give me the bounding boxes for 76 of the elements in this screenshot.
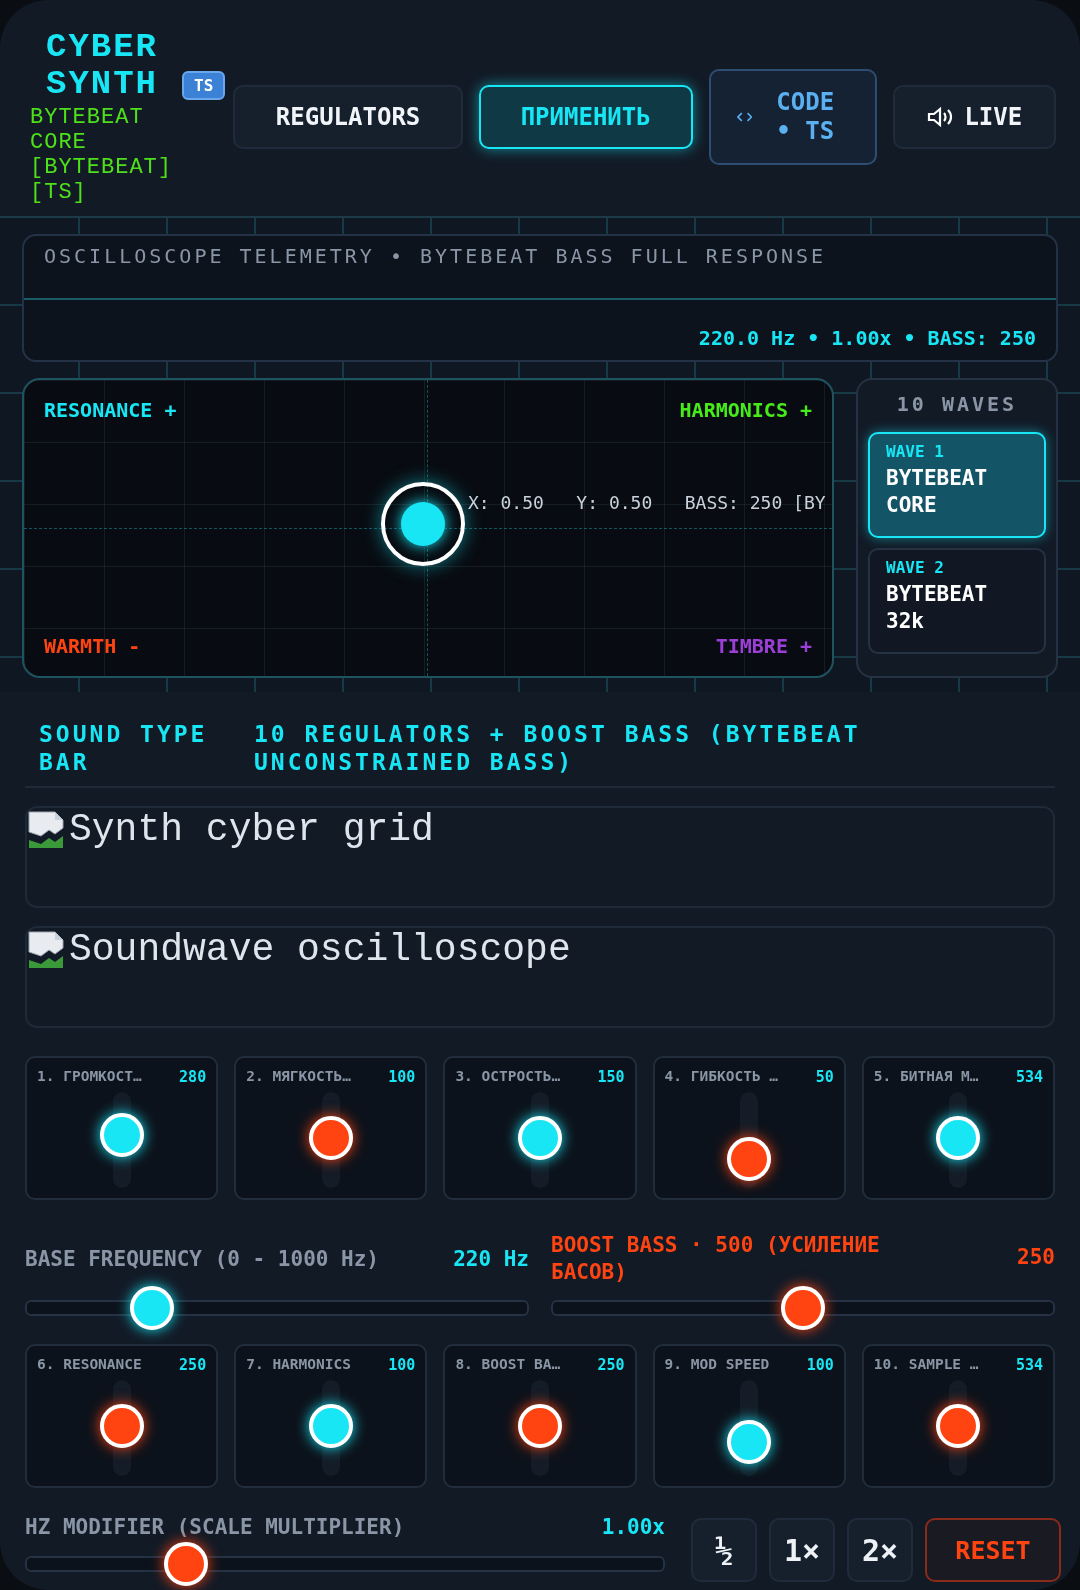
knob-label: 3. ОСТРОСТЬ… — [455, 1068, 561, 1086]
app-subtitle: [BYTEBEAT] — [30, 155, 174, 180]
knob-label: 6. RESONANCE — [37, 1356, 142, 1374]
app-subtitle: CORE — [30, 130, 88, 155]
knob-thumb[interactable] — [727, 1137, 772, 1182]
knob-thumb[interactable] — [308, 1404, 353, 1449]
pad-corner-label: HARMONICS + — [679, 398, 812, 422]
slider-value: 220 Hz — [453, 1245, 529, 1273]
knob-label: 4. ГИБКОСТЬ … — [664, 1068, 779, 1086]
multiplier-button[interactable]: 2× — [847, 1518, 913, 1582]
knob-value: 280 — [179, 1068, 207, 1086]
knob-label: 9. MOD SPEED — [664, 1356, 770, 1374]
waves-title: 10 WAVES — [895, 391, 1019, 418]
knob-thumb[interactable] — [518, 1116, 562, 1161]
header-button[interactable]: REGULATORS — [233, 85, 463, 149]
multiplier-button[interactable]: 1× — [769, 1518, 835, 1582]
app-subtitle: BYTEBEAT — [30, 105, 145, 130]
knob-label: 5. БИТНАЯ М… — [873, 1068, 979, 1086]
sound-type-label: SOUND TYPE BAR — [39, 720, 209, 776]
code-icon — [736, 111, 752, 123]
header-button[interactable]: ПРИМЕНИТЬ — [478, 85, 693, 149]
knob-thumb[interactable] — [936, 1116, 981, 1161]
pad-readout: X: 0.50 Y: 0.50 BASS: 250 [BY — [468, 492, 826, 513]
slider-thumb[interactable] — [781, 1286, 825, 1330]
knob-label: 8. BOOST BA… — [455, 1356, 561, 1374]
knob-thumb[interactable] — [936, 1404, 981, 1449]
knob-thumb[interactable] — [99, 1404, 144, 1449]
knob-value: 50 — [815, 1068, 834, 1086]
xy-puck[interactable] — [381, 482, 465, 566]
slider-thumb[interactable] — [130, 1286, 174, 1330]
knob-value: 100 — [388, 1356, 416, 1374]
wave-tag: WAVE 2 — [886, 558, 1028, 577]
code-button[interactable]: CODE • TS — [708, 69, 877, 165]
slider-label: BOOST BASS · 500 (УСИЛЕНИЕ БАСОВ) — [551, 1232, 881, 1286]
app-subtitle: [TS] — [30, 180, 88, 205]
knob-value: 100 — [388, 1068, 416, 1086]
knob-value: 150 — [597, 1068, 625, 1086]
wave-item[interactable]: WAVE 2 BYTEBEAT 32k — [868, 548, 1046, 654]
knob-value: 250 — [597, 1356, 625, 1374]
telemetry-readout: 220.0 Hz • 1.00x • BASS: 250 — [697, 325, 1037, 350]
knob-value: 534 — [1015, 1356, 1043, 1374]
knob-value: 100 — [806, 1356, 834, 1374]
xy-pad[interactable]: RESONANCE + HARMONICS + X: 0.50 Y: 0.50 BASS: 250 [BY WARMTH - TIMBRE + — [22, 378, 834, 678]
knob-label: 7. HARMONICS — [246, 1356, 351, 1374]
telemetry-title: OSCILLOSCOPE TELEMETRY • BYTEBEAT BASS FULL RESPONSE — [24, 236, 1056, 300]
reset-button[interactable]: RESET — [925, 1518, 1061, 1582]
live-button[interactable]: LIVE — [892, 85, 1056, 149]
pad-corner-label: WARMTH - — [44, 634, 141, 658]
knob-thumb[interactable] — [518, 1404, 562, 1449]
wave-item[interactable]: WAVE 1 BYTEBEAT CORE — [868, 432, 1046, 538]
knob-label: 1. ГРОМКОСТ… — [37, 1068, 142, 1086]
knob-value: 250 — [179, 1356, 207, 1374]
wave-name: BYTEBEAT 32k — [886, 581, 989, 635]
knob-thumb[interactable] — [99, 1113, 144, 1158]
wave-tag: WAVE 1 — [886, 442, 1028, 461]
slider-label: BASE FREQUENCY (0 - 1000 Hz) — [25, 1245, 379, 1273]
slider-thumb[interactable] — [164, 1542, 208, 1586]
ts-badge: TS — [182, 71, 226, 100]
image-alt-text: Soundwave oscilloscope — [69, 930, 571, 970]
pad-corner-label: TIMBRE + — [715, 634, 812, 658]
multiplier-button[interactable]: ½ — [691, 1518, 757, 1582]
slider-label: HZ MODIFIER (SCALE MULTIPLIER) — [25, 1514, 405, 1541]
sound-type-value: 10 REGULATORS + BOOST BASS (BYTEBEAT UNCONSTRAINED BASS) — [254, 720, 862, 776]
knob-label: 10. SAMPLE … — [873, 1356, 979, 1374]
pad-corner-label: RESONANCE + — [44, 398, 177, 422]
knob-label: 2. МЯГКОСТЬ… — [246, 1068, 351, 1086]
slider-value: 250 — [1017, 1244, 1055, 1271]
slider-value: 1.00x — [601, 1514, 665, 1541]
knob-thumb[interactable] — [308, 1116, 353, 1161]
knob-thumb[interactable] — [727, 1420, 772, 1465]
app-title: CYBER — [45, 29, 159, 66]
speaker-icon — [926, 105, 955, 129]
image-alt-text: Synth cyber grid — [69, 810, 434, 850]
knob-value: 534 — [1015, 1068, 1043, 1086]
wave-name: BYTEBEAT CORE — [886, 465, 989, 519]
app-title: SYNTH — [45, 66, 159, 103]
